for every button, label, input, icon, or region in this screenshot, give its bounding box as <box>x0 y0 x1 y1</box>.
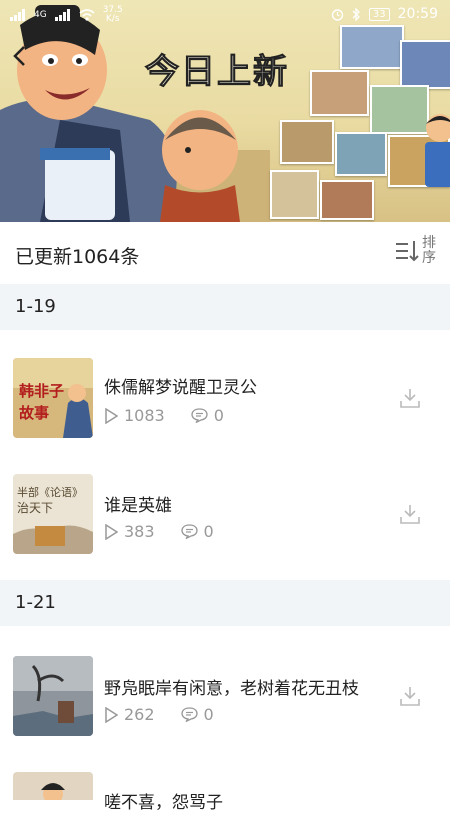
chevron-left-icon <box>13 46 25 66</box>
wifi-icon <box>79 9 95 21</box>
comment-icon <box>180 524 198 539</box>
episode-meta: 383 0 <box>104 522 240 541</box>
comment-icon <box>191 408 208 423</box>
download-icon <box>400 505 420 524</box>
list-item[interactable]: 韩非子 故事 侏儒解梦说醒卫灵公 1083 0 <box>0 330 450 440</box>
bluetooth-icon <box>352 7 360 21</box>
thumbnail-image: 半部《论语》 治天下 <box>13 474 93 554</box>
hero-image-collage <box>270 20 450 220</box>
download-icon <box>400 389 420 408</box>
comment-icon <box>180 707 198 722</box>
list-header: 已更新1064条 排序 <box>0 222 450 284</box>
download-button[interactable] <box>400 686 420 710</box>
list-item[interactable]: 野凫眠岸有闲意，老树着花无丑枝 262 0 <box>0 626 450 736</box>
download-icon <box>400 687 420 706</box>
hero-character-scholar-illustration <box>0 5 270 222</box>
list-item[interactable]: 嗟不喜，怨骂子 <box>0 744 450 813</box>
episode-meta: 262 0 <box>104 705 240 724</box>
episode-thumbnail <box>13 656 93 736</box>
hero-title: 今日上新 <box>145 52 289 93</box>
signal-icon <box>10 9 25 21</box>
svg-text:治天下: 治天下 <box>17 501 53 515</box>
list-item[interactable]: 半部《论语》 治天下 谁是英雄 383 0 <box>0 446 450 556</box>
episode-title: 野凫眠岸有闲意，老树着花无丑枝 <box>104 679 359 699</box>
svg-text:故事: 故事 <box>19 404 49 422</box>
episode-title: 嗟不喜，怨骂子 <box>104 793 223 813</box>
section-header: 1-19 <box>0 284 450 330</box>
status-bar: 4G 37.5 K/s 33 20:59 <box>0 0 450 30</box>
episode-thumbnail: 半部《论语》 治天下 <box>13 474 93 554</box>
episode-thumbnail: 韩非子 故事 <box>13 358 93 438</box>
download-button[interactable] <box>400 504 420 528</box>
update-count: 已更新1064条 <box>15 246 140 268</box>
section-header: 1-21 <box>0 580 450 626</box>
sort-label: 排序 <box>422 235 436 266</box>
hero-child-character <box>425 114 450 187</box>
status-time: 20:59 <box>397 6 438 22</box>
svg-text:韩非子: 韩非子 <box>19 382 64 400</box>
play-count-icon <box>105 706 118 723</box>
thumbnail-image <box>13 656 93 736</box>
download-button[interactable] <box>400 388 420 412</box>
thumbnail-image: 韩非子 故事 <box>13 358 93 438</box>
signal-icon-2 <box>54 9 70 21</box>
thumbnail-image <box>13 772 93 800</box>
sort-button[interactable]: 排序 <box>396 236 436 266</box>
sort-icon <box>396 241 419 262</box>
play-count-icon <box>105 523 118 540</box>
alarm-icon <box>331 8 344 21</box>
episode-thumbnail <box>13 772 93 800</box>
net-speed: 37.5 K/s <box>102 5 123 24</box>
battery-indicator: 33 <box>368 7 390 21</box>
play-count-icon <box>105 407 118 424</box>
episode-title: 谁是英雄 <box>104 496 172 516</box>
back-button[interactable] <box>12 45 26 71</box>
episode-meta: 1083 0 <box>104 406 250 425</box>
episode-title: 侏儒解梦说醒卫灵公 <box>104 378 257 398</box>
network-type: 4G <box>34 10 47 20</box>
hero-banner[interactable]: 今日上新 4G 37.5 K/s 33 20:59 <box>0 0 450 222</box>
svg-text:半部《论语》: 半部《论语》 <box>17 485 83 499</box>
